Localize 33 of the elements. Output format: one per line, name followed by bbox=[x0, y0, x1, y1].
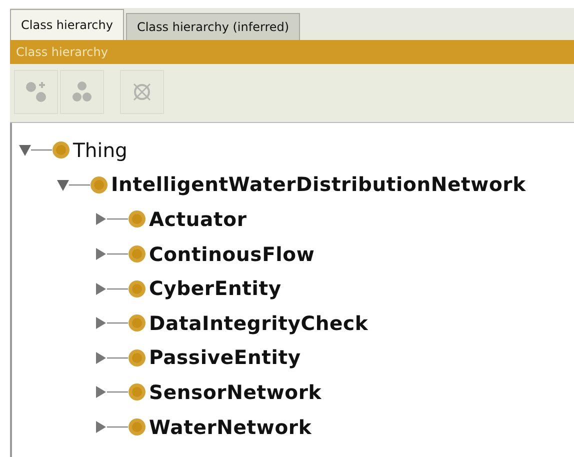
class-label[interactable]: ContinousFlow bbox=[149, 242, 315, 266]
collapsed-arrow-icon[interactable] bbox=[94, 385, 128, 400]
class-label[interactable]: Thing bbox=[73, 138, 128, 162]
collapsed-arrow-icon[interactable] bbox=[94, 282, 128, 296]
delete-icon bbox=[131, 81, 153, 103]
class-icon bbox=[128, 348, 146, 367]
tab[interactable]: Class hierarchy (inferred) bbox=[126, 13, 300, 40]
collapsed-arrow-icon[interactable] bbox=[94, 316, 128, 330]
expanded-arrow-icon[interactable] bbox=[56, 178, 90, 192]
class-label[interactable]: WaterNetwork bbox=[149, 416, 312, 439]
expanded-arrow-icon[interactable] bbox=[18, 143, 52, 158]
collapsed-arrow-icon[interactable] bbox=[94, 212, 128, 226]
class-label[interactable]: PassiveEntity bbox=[149, 346, 301, 370]
collapsed-arrow-icon[interactable] bbox=[94, 420, 128, 434]
class-icon bbox=[128, 314, 146, 332]
class-label[interactable]: CyberEntity bbox=[149, 277, 282, 300]
class-label[interactable]: IntelligentWaterDistributionNetwork bbox=[111, 173, 526, 196]
class-icon bbox=[128, 245, 146, 264]
class-icon bbox=[128, 280, 146, 298]
class-icon bbox=[128, 418, 146, 436]
class-icon bbox=[52, 141, 70, 160]
tab[interactable]: Class hierarchy bbox=[10, 9, 124, 40]
class-label[interactable]: SensorNetwork bbox=[149, 380, 322, 404]
class-icon bbox=[128, 383, 146, 402]
class-icon bbox=[90, 176, 108, 194]
collapsed-arrow-icon[interactable] bbox=[94, 350, 128, 365]
view-title: Class hierarchy bbox=[10, 40, 574, 64]
collapsed-arrow-icon[interactable] bbox=[94, 247, 128, 262]
add-sibling-icon bbox=[71, 81, 93, 103]
add-subclass-icon bbox=[25, 81, 47, 103]
class-label[interactable]: DataIntegrityCheck bbox=[149, 312, 368, 335]
class-label[interactable]: Actuator bbox=[149, 208, 247, 231]
class-icon bbox=[128, 210, 146, 228]
